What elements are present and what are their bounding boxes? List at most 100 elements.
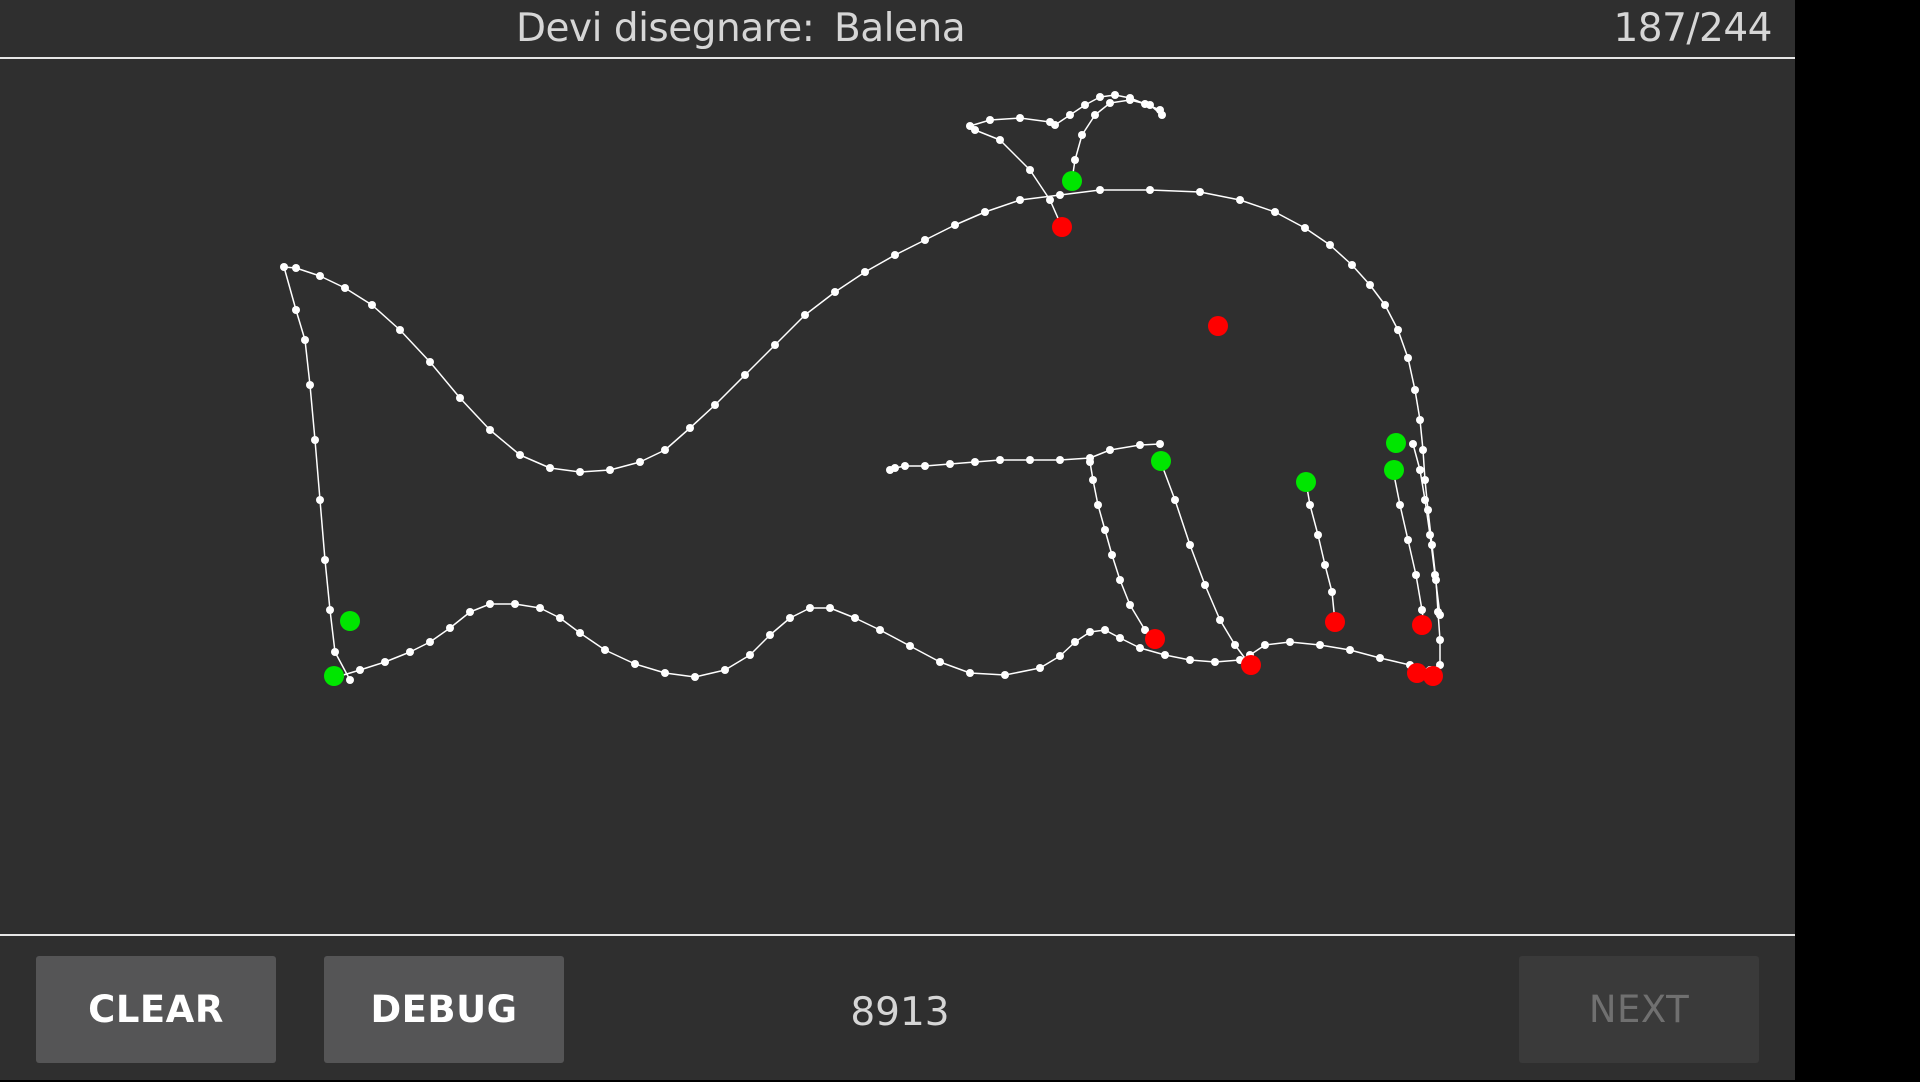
- sketch-point: [1366, 281, 1374, 289]
- sketch-point: [511, 600, 519, 608]
- sketch-point: [396, 326, 404, 334]
- sketch-point: [876, 626, 884, 634]
- sketch-point: [1094, 501, 1102, 509]
- sketch-point: [786, 614, 794, 622]
- sketch-point: [766, 631, 774, 639]
- sketch-point: [356, 666, 364, 674]
- sketch-point: [1301, 224, 1309, 232]
- sketch-point: [1314, 531, 1322, 539]
- sketch-point: [771, 341, 779, 349]
- stroke-end-marker: [1325, 612, 1345, 632]
- sketch-point: [576, 629, 584, 637]
- sketch-point: [1412, 571, 1420, 579]
- sketch-point: [1158, 111, 1166, 119]
- sketch-point: [1431, 571, 1439, 579]
- sketch-point: [891, 251, 899, 259]
- sketch-point: [426, 638, 434, 646]
- debug-button[interactable]: DEBUG: [324, 956, 564, 1063]
- clear-button[interactable]: CLEAR: [36, 956, 276, 1063]
- sketch-point: [1126, 96, 1134, 104]
- sketch-stroke-4: [1089, 461, 1156, 641]
- sketch-svg[interactable]: [0, 59, 1795, 934]
- sketch-point: [1026, 166, 1034, 174]
- sketch-point: [996, 136, 1004, 144]
- sketch-point: [1078, 131, 1086, 139]
- sketch-point: [321, 556, 329, 564]
- sketch-point: [1106, 99, 1114, 107]
- sketch-point: [1016, 114, 1024, 122]
- sketch-point: [536, 604, 544, 612]
- next-button[interactable]: NEXT: [1519, 956, 1759, 1063]
- sketch-point: [986, 116, 994, 124]
- sketch-point: [1108, 551, 1116, 559]
- stroke-end-marker: [1412, 615, 1432, 635]
- sketch-point: [886, 466, 894, 474]
- sketch-stroke-1: [283, 189, 1441, 681]
- sketch-point: [546, 464, 554, 472]
- sketch-point: [331, 648, 339, 656]
- stroke-start-marker: [1151, 451, 1171, 471]
- sketch-point: [1376, 654, 1384, 662]
- sketch-point: [1409, 440, 1417, 448]
- sketch-point: [1186, 656, 1194, 664]
- sketch-point: [1326, 241, 1334, 249]
- point-counter: 8913: [850, 990, 950, 1035]
- sketch-point: [1089, 476, 1097, 484]
- sketch-point: [1216, 616, 1224, 624]
- sketch-point: [861, 268, 869, 276]
- sketch-point: [631, 660, 639, 668]
- sketch-point: [1091, 111, 1099, 119]
- sketch-point: [516, 451, 524, 459]
- sketch-point: [1056, 191, 1064, 199]
- sketch-point: [306, 381, 314, 389]
- sketch-point: [936, 658, 944, 666]
- sketch-point: [1136, 441, 1144, 449]
- sketch-point: [971, 458, 979, 466]
- sketch-point: [1416, 466, 1424, 474]
- sketch-point: [1126, 601, 1134, 609]
- sketch-point: [1156, 440, 1164, 448]
- sketch-point: [1271, 208, 1279, 216]
- sketch-point: [406, 648, 414, 656]
- sketch-point: [901, 462, 909, 470]
- app-window: Devi disegnare: Balena 187/244 CLEAR DEB…: [0, 0, 1795, 1080]
- stroke-start-marker: [340, 611, 360, 631]
- sketch-point: [981, 208, 989, 216]
- stroke-end-marker: [1241, 655, 1261, 675]
- target-word: Balena: [834, 6, 966, 51]
- sketch-point: [1101, 626, 1109, 634]
- sketch-point: [1348, 261, 1356, 269]
- sketch-point: [826, 604, 834, 612]
- sketch-point: [921, 236, 929, 244]
- sketch-point: [1111, 91, 1119, 99]
- sketch-point: [801, 311, 809, 319]
- sketch-point: [280, 263, 288, 271]
- sketch-point: [711, 401, 719, 409]
- sketch-point: [1231, 641, 1239, 649]
- sketch-point: [368, 301, 376, 309]
- sketch-point: [316, 496, 324, 504]
- sketch-point: [1346, 646, 1354, 654]
- sketch-point: [951, 221, 959, 229]
- drawing-canvas[interactable]: [0, 59, 1795, 934]
- sketch-point: [1306, 501, 1314, 509]
- sketch-point: [1106, 446, 1114, 454]
- sketch-point: [1404, 354, 1412, 362]
- sketch-point: [1026, 456, 1034, 464]
- sketch-point: [906, 642, 914, 650]
- sketch-point: [486, 426, 494, 434]
- sketch-point: [316, 272, 324, 280]
- sketch-point: [661, 669, 669, 677]
- sketch-point: [1416, 416, 1424, 424]
- sketch-point: [1056, 652, 1064, 660]
- sketch-point: [1056, 456, 1064, 464]
- sketch-point: [1081, 101, 1089, 109]
- sketch-point: [1404, 536, 1412, 544]
- stroke-start-marker: [1296, 472, 1316, 492]
- sketch-stroke-7: [1392, 469, 1425, 627]
- sketch-point: [1146, 186, 1154, 194]
- sketch-point: [456, 394, 464, 402]
- sketch-point: [1036, 664, 1044, 672]
- sketch-point: [1161, 651, 1169, 659]
- sketch-point: [1051, 121, 1059, 129]
